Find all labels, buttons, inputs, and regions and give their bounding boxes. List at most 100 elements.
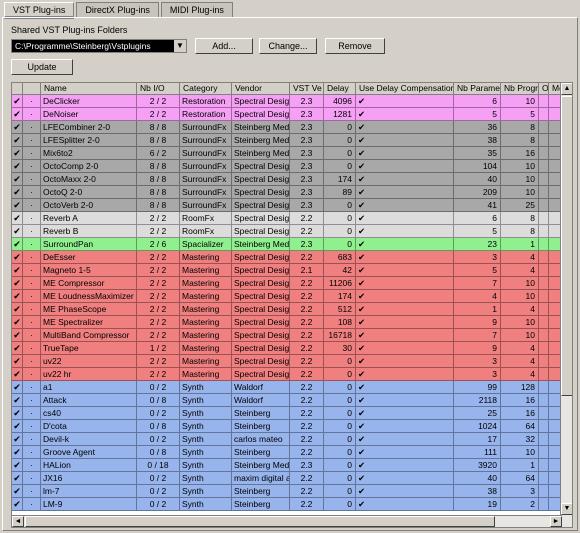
delay-compensation-checkbox[interactable]: ✔ [356,95,454,108]
delay-compensation-checkbox[interactable]: ✔ [356,420,454,433]
delay-compensation-checkbox[interactable]: ✔ [356,238,454,251]
table-row[interactable]: ✔ · DeClicker 2 / 2 Restoration Spectral Desi… [12,95,561,108]
scroll-left-icon[interactable]: ◄ [12,516,24,527]
table-row[interactable]: ✔ · SurroundPan 2 / 6 Spacializer Steinberg M… [12,238,561,251]
table-row[interactable]: ✔ · Reverb A2 / 2 RoomFx Spectral Design 2.2 0… [12,212,561,225]
delay-compensation-checkbox[interactable]: ✔ [356,186,454,199]
tab-directx-plugins[interactable]: DirectX Plug-ins [76,2,159,18]
enabled-checkbox[interactable]: ✔ [12,160,23,173]
column-header[interactable]: Category [180,83,232,95]
delay-compensation-checkbox[interactable]: ✔ [356,160,454,173]
delay-compensation-checkbox[interactable]: ✔ [356,147,454,160]
table-row[interactable]: ✔ · OctoMaxx 2-0 8 / 8 SurroundFx Spectral De… [12,173,561,186]
column-header[interactable]: Use Delay Compensation [356,83,454,95]
column-header[interactable]: Nb I/O [137,83,180,95]
table-row[interactable]: ✔ · Mix6to2 6 / 2 SurroundFx Steinberg Media 2… [12,147,561,160]
delay-compensation-checkbox[interactable]: ✔ [356,329,454,342]
table-row[interactable]: ✔ · ME Compressor 2 / 2 Mastering Spectral De… [12,277,561,290]
enabled-checkbox[interactable]: ✔ [12,485,23,498]
enabled-checkbox[interactable]: ✔ [12,95,23,108]
delay-compensation-checkbox[interactable]: ✔ [356,199,454,212]
enabled-checkbox[interactable]: ✔ [12,394,23,407]
column-header[interactable]: Name [41,83,137,95]
table-row[interactable]: ✔ · Reverb B2 / 2 RoomFx Spectral Design 2.2 0… [12,225,561,238]
table-row[interactable]: ✔ · uv22 hr 2 / 2 Mastering Spectral Design 2.… [12,368,561,381]
column-header[interactable]: Vendor [232,83,290,95]
enabled-checkbox[interactable]: ✔ [12,433,23,446]
delay-compensation-checkbox[interactable]: ✔ [356,446,454,459]
enabled-checkbox[interactable]: ✔ [12,264,23,277]
table-row[interactable]: ✔ · cs40 0 / 2 Synth Steinberg 2.2 0 ✔ 25 16 [12,407,561,420]
column-header[interactable] [12,83,23,95]
delay-compensation-checkbox[interactable]: ✔ [356,173,454,186]
delay-compensation-checkbox[interactable]: ✔ [356,368,454,381]
dropdown-arrow-icon[interactable]: ▼ [174,40,186,52]
vertical-scroll-thumb[interactable] [561,96,572,396]
enabled-checkbox[interactable]: ✔ [12,251,23,264]
table-row[interactable]: ✔ · OctoVerb 2-0 8 / 8 SurroundFx Spectral De… [12,199,561,212]
folder-path-select[interactable]: C:\Programme\Steinberg\Vstplugins ▼ [11,39,187,53]
table-row[interactable]: ✔ · uv22 2 / 2 Mastering Spectral Design 2.2 0 ✔… [12,355,561,368]
delay-compensation-checkbox[interactable]: ✔ [356,212,454,225]
vertical-scrollbar[interactable]: ▲ ▼ [560,83,572,527]
table-row[interactable]: ✔ · Attack 0 / 8 Synth Waldorf 2.2 0 ✔ 2118 16 [12,394,561,407]
table-row[interactable]: ✔ · JX16 0 / 2 Synth maxim digital au 2.2 0 ✔ 40 6… [12,472,561,485]
delay-compensation-checkbox[interactable]: ✔ [356,407,454,420]
table-row[interactable]: ✔ · LFECombiner 2-0 8 / 8 SurroundFx Steinber… [12,121,561,134]
column-header[interactable] [23,83,41,95]
table-row[interactable]: ✔ · OctoComp 2-0 8 / 8 SurroundFx Spectral De… [12,160,561,173]
table-row[interactable]: ✔ · OctoQ 2-0 8 / 8 SurroundFx Spectral Desig… [12,186,561,199]
enabled-checkbox[interactable]: ✔ [12,303,23,316]
column-header[interactable]: VST Ve [290,83,324,95]
enabled-checkbox[interactable]: ✔ [12,199,23,212]
delay-compensation-checkbox[interactable]: ✔ [356,394,454,407]
enabled-checkbox[interactable]: ✔ [12,277,23,290]
table-row[interactable]: ✔ · MultiBand Compressor 2 / 2 Mastering Spec… [12,329,561,342]
table-row[interactable]: ✔ · LFESplitter 2-0 8 / 8 SurroundFx Steinber… [12,134,561,147]
delay-compensation-checkbox[interactable]: ✔ [356,316,454,329]
scroll-down-icon[interactable]: ▼ [561,503,572,515]
delay-compensation-checkbox[interactable]: ✔ [356,498,454,511]
column-header[interactable]: Nb Parame [454,83,501,95]
table-row[interactable]: ✔ · D'cota 0 / 8 Synth Steinberg 2.2 0 ✔ 1024 64 [12,420,561,433]
delay-compensation-checkbox[interactable]: ✔ [356,121,454,134]
enabled-checkbox[interactable]: ✔ [12,316,23,329]
column-header[interactable]: Delay [324,83,356,95]
delay-compensation-checkbox[interactable]: ✔ [356,381,454,394]
table-row[interactable]: ✔ · TrueTape 1 / 2 Mastering Spectral Design 2… [12,342,561,355]
table-row[interactable]: ✔ · Devil-k 0 / 2 Synth carlos mateo 2.2 0 ✔ 17 32 [12,433,561,446]
table-row[interactable]: ✔ · ME LoudnessMaximizer 2 / 2 Mastering Spec… [12,290,561,303]
enabled-checkbox[interactable]: ✔ [12,173,23,186]
enabled-checkbox[interactable]: ✔ [12,212,23,225]
enabled-checkbox[interactable]: ✔ [12,147,23,160]
column-header[interactable]: O [539,83,549,95]
table-row[interactable]: ✔ · a1 0 / 2 Synth Waldorf 2.2 0 ✔ 99 128 [12,381,561,394]
enabled-checkbox[interactable]: ✔ [12,342,23,355]
enabled-checkbox[interactable]: ✔ [12,329,23,342]
remove-button[interactable]: Remove [325,38,385,54]
enabled-checkbox[interactable]: ✔ [12,121,23,134]
delay-compensation-checkbox[interactable]: ✔ [356,433,454,446]
change-button[interactable]: Change... [259,38,317,54]
enabled-checkbox[interactable]: ✔ [12,238,23,251]
enabled-checkbox[interactable]: ✔ [12,407,23,420]
delay-compensation-checkbox[interactable]: ✔ [356,290,454,303]
table-row[interactable]: ✔ · lm-7 0 / 2 Synth Steinberg 2.2 0 ✔ 38 3 [12,485,561,498]
table-row[interactable]: ✔ · DeEsser 2 / 2 Mastering Spectral Design 2.… [12,251,561,264]
update-button[interactable]: Update [11,59,73,75]
horizontal-scroll-thumb[interactable] [25,516,495,527]
delay-compensation-checkbox[interactable]: ✔ [356,355,454,368]
table-row[interactable]: ✔ · Magneto 1-5 2 / 2 Mastering Spectral Desi… [12,264,561,277]
enabled-checkbox[interactable]: ✔ [12,446,23,459]
enabled-checkbox[interactable]: ✔ [12,420,23,433]
enabled-checkbox[interactable]: ✔ [12,368,23,381]
delay-compensation-checkbox[interactable]: ✔ [356,225,454,238]
table-row[interactable]: ✔ · HALion 0 / 18 Synth Steinberg Media 2.3 0 ✔ 3… [12,459,561,472]
enabled-checkbox[interactable]: ✔ [12,290,23,303]
scroll-up-icon[interactable]: ▲ [561,83,572,95]
delay-compensation-checkbox[interactable]: ✔ [356,108,454,121]
delay-compensation-checkbox[interactable]: ✔ [356,264,454,277]
table-row[interactable]: ✔ · Groove Agent 0 / 8 Synth Steinberg 2.2 0 ✔ 11… [12,446,561,459]
table-row[interactable]: ✔ · ME Spectralizer 2 / 2 Mastering Spectral … [12,316,561,329]
enabled-checkbox[interactable]: ✔ [12,134,23,147]
